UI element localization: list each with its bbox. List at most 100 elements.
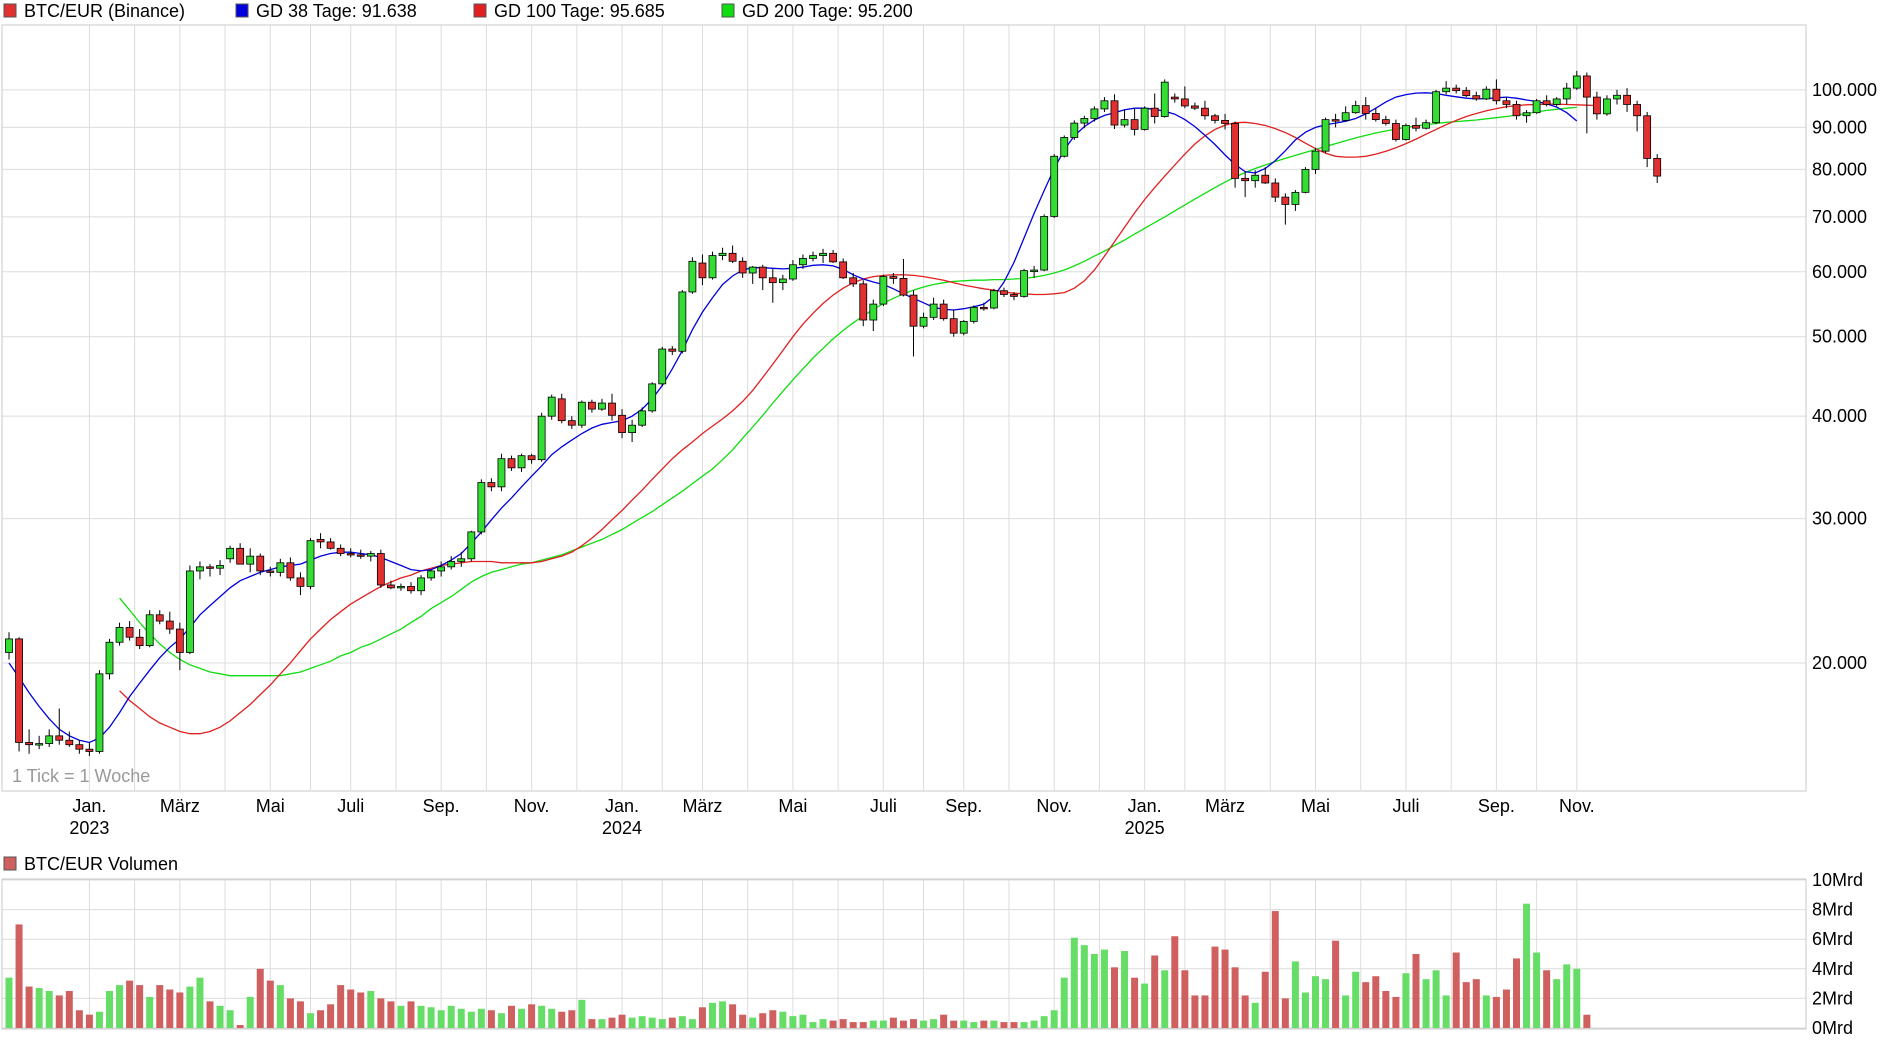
candle [105, 638, 114, 680]
volume-bar [1080, 945, 1088, 1028]
legend-label-ma200: GD 200 Tage: 95.200 [742, 1, 913, 21]
candle [1050, 154, 1059, 218]
candle-body [1653, 158, 1662, 177]
volume-bar [126, 980, 134, 1028]
candle-body [105, 641, 114, 675]
candle [135, 629, 144, 650]
x-tick-label: März [1205, 796, 1245, 816]
volume-bar [286, 998, 294, 1028]
candle-body [1180, 98, 1189, 107]
candle-body [1030, 269, 1038, 272]
candle-body [567, 420, 576, 426]
volume-bar [1402, 973, 1410, 1028]
candle [899, 258, 908, 297]
volume-bar [879, 1020, 887, 1028]
candle-body [457, 558, 466, 562]
candle [598, 398, 606, 411]
candle-body [899, 277, 908, 296]
candle-body [889, 276, 898, 279]
volume-bar [1352, 971, 1360, 1028]
candle-body [336, 547, 345, 554]
candle-body [1542, 100, 1551, 105]
candle-body [969, 306, 978, 322]
candle-body [728, 252, 737, 262]
volume-bar [668, 1017, 676, 1028]
candle-body [1522, 112, 1531, 117]
candle-body [1291, 191, 1300, 205]
candle-body [1422, 122, 1430, 129]
candle [879, 274, 888, 307]
x-tick-label: Sep. [423, 796, 460, 816]
candle-body [547, 396, 556, 417]
volume-bar [1583, 1014, 1591, 1028]
candle-body [527, 455, 536, 461]
candle [1593, 91, 1601, 120]
candle-body [1281, 196, 1290, 205]
candle [708, 251, 717, 280]
x-tick-year: 2023 [69, 818, 109, 838]
candle-body [1110, 100, 1119, 126]
candle-body [1251, 174, 1260, 182]
candle-body [175, 628, 184, 653]
y-tick-label: 50.000 [1812, 327, 1867, 347]
volume-bar [337, 985, 345, 1028]
candle-body [316, 538, 325, 543]
x-tick-year: 2025 [1125, 818, 1165, 838]
candle [588, 399, 596, 413]
volume-bar [1121, 951, 1129, 1028]
candle [286, 557, 295, 581]
candle-body [346, 553, 355, 556]
candle-body [608, 402, 616, 416]
candle-body [688, 260, 697, 293]
candle [849, 273, 858, 287]
candle-body [1090, 108, 1099, 119]
candle [1381, 115, 1390, 126]
volume-bar [608, 1017, 616, 1028]
volume-bar [698, 1007, 706, 1028]
candle [115, 622, 124, 646]
candle-body [1392, 123, 1400, 140]
candle [316, 533, 325, 549]
volume-bar [1563, 964, 1571, 1028]
candle-body [296, 577, 305, 587]
volume-bar [457, 1008, 465, 1028]
candle [1482, 86, 1491, 101]
volume-bar [719, 1001, 727, 1028]
candle [1040, 214, 1049, 272]
candle-body [417, 577, 425, 592]
volume-bar [146, 996, 154, 1028]
volume-bar [1422, 979, 1430, 1028]
candle [1522, 110, 1531, 123]
candle-body [949, 318, 958, 334]
candle [497, 453, 506, 492]
candle-body [849, 277, 858, 285]
volume-bar [809, 1022, 817, 1028]
candle-body [1593, 96, 1601, 115]
volume-bar [578, 999, 586, 1028]
candle-body [708, 255, 717, 279]
volume-bar [869, 1020, 877, 1028]
x-tick-label: Mai [256, 796, 285, 816]
candle-body [1070, 122, 1079, 138]
candle-body [5, 638, 13, 653]
y-tick-label: 100.000 [1812, 80, 1877, 100]
volume-bar [1040, 1016, 1048, 1028]
x-tick-year: 2024 [602, 818, 642, 838]
candle-body [165, 620, 174, 630]
y-tick-label: 80.000 [1812, 159, 1867, 179]
candle [1030, 265, 1038, 278]
volume-bar [95, 1011, 103, 1028]
candle-body [618, 414, 626, 433]
volume-bar [1171, 936, 1179, 1028]
candle-body [557, 398, 566, 422]
volume-bar [15, 924, 23, 1028]
candle [959, 320, 968, 336]
volume-bar [528, 1004, 536, 1028]
candle-body [537, 415, 546, 461]
volume-legend: BTC/EUR Volumen [3, 854, 178, 874]
candle-body [286, 562, 295, 579]
candle-body [1201, 107, 1209, 117]
candle-body [407, 586, 415, 592]
candle-body [1552, 98, 1561, 105]
x-tick-label: Juli [870, 796, 897, 816]
